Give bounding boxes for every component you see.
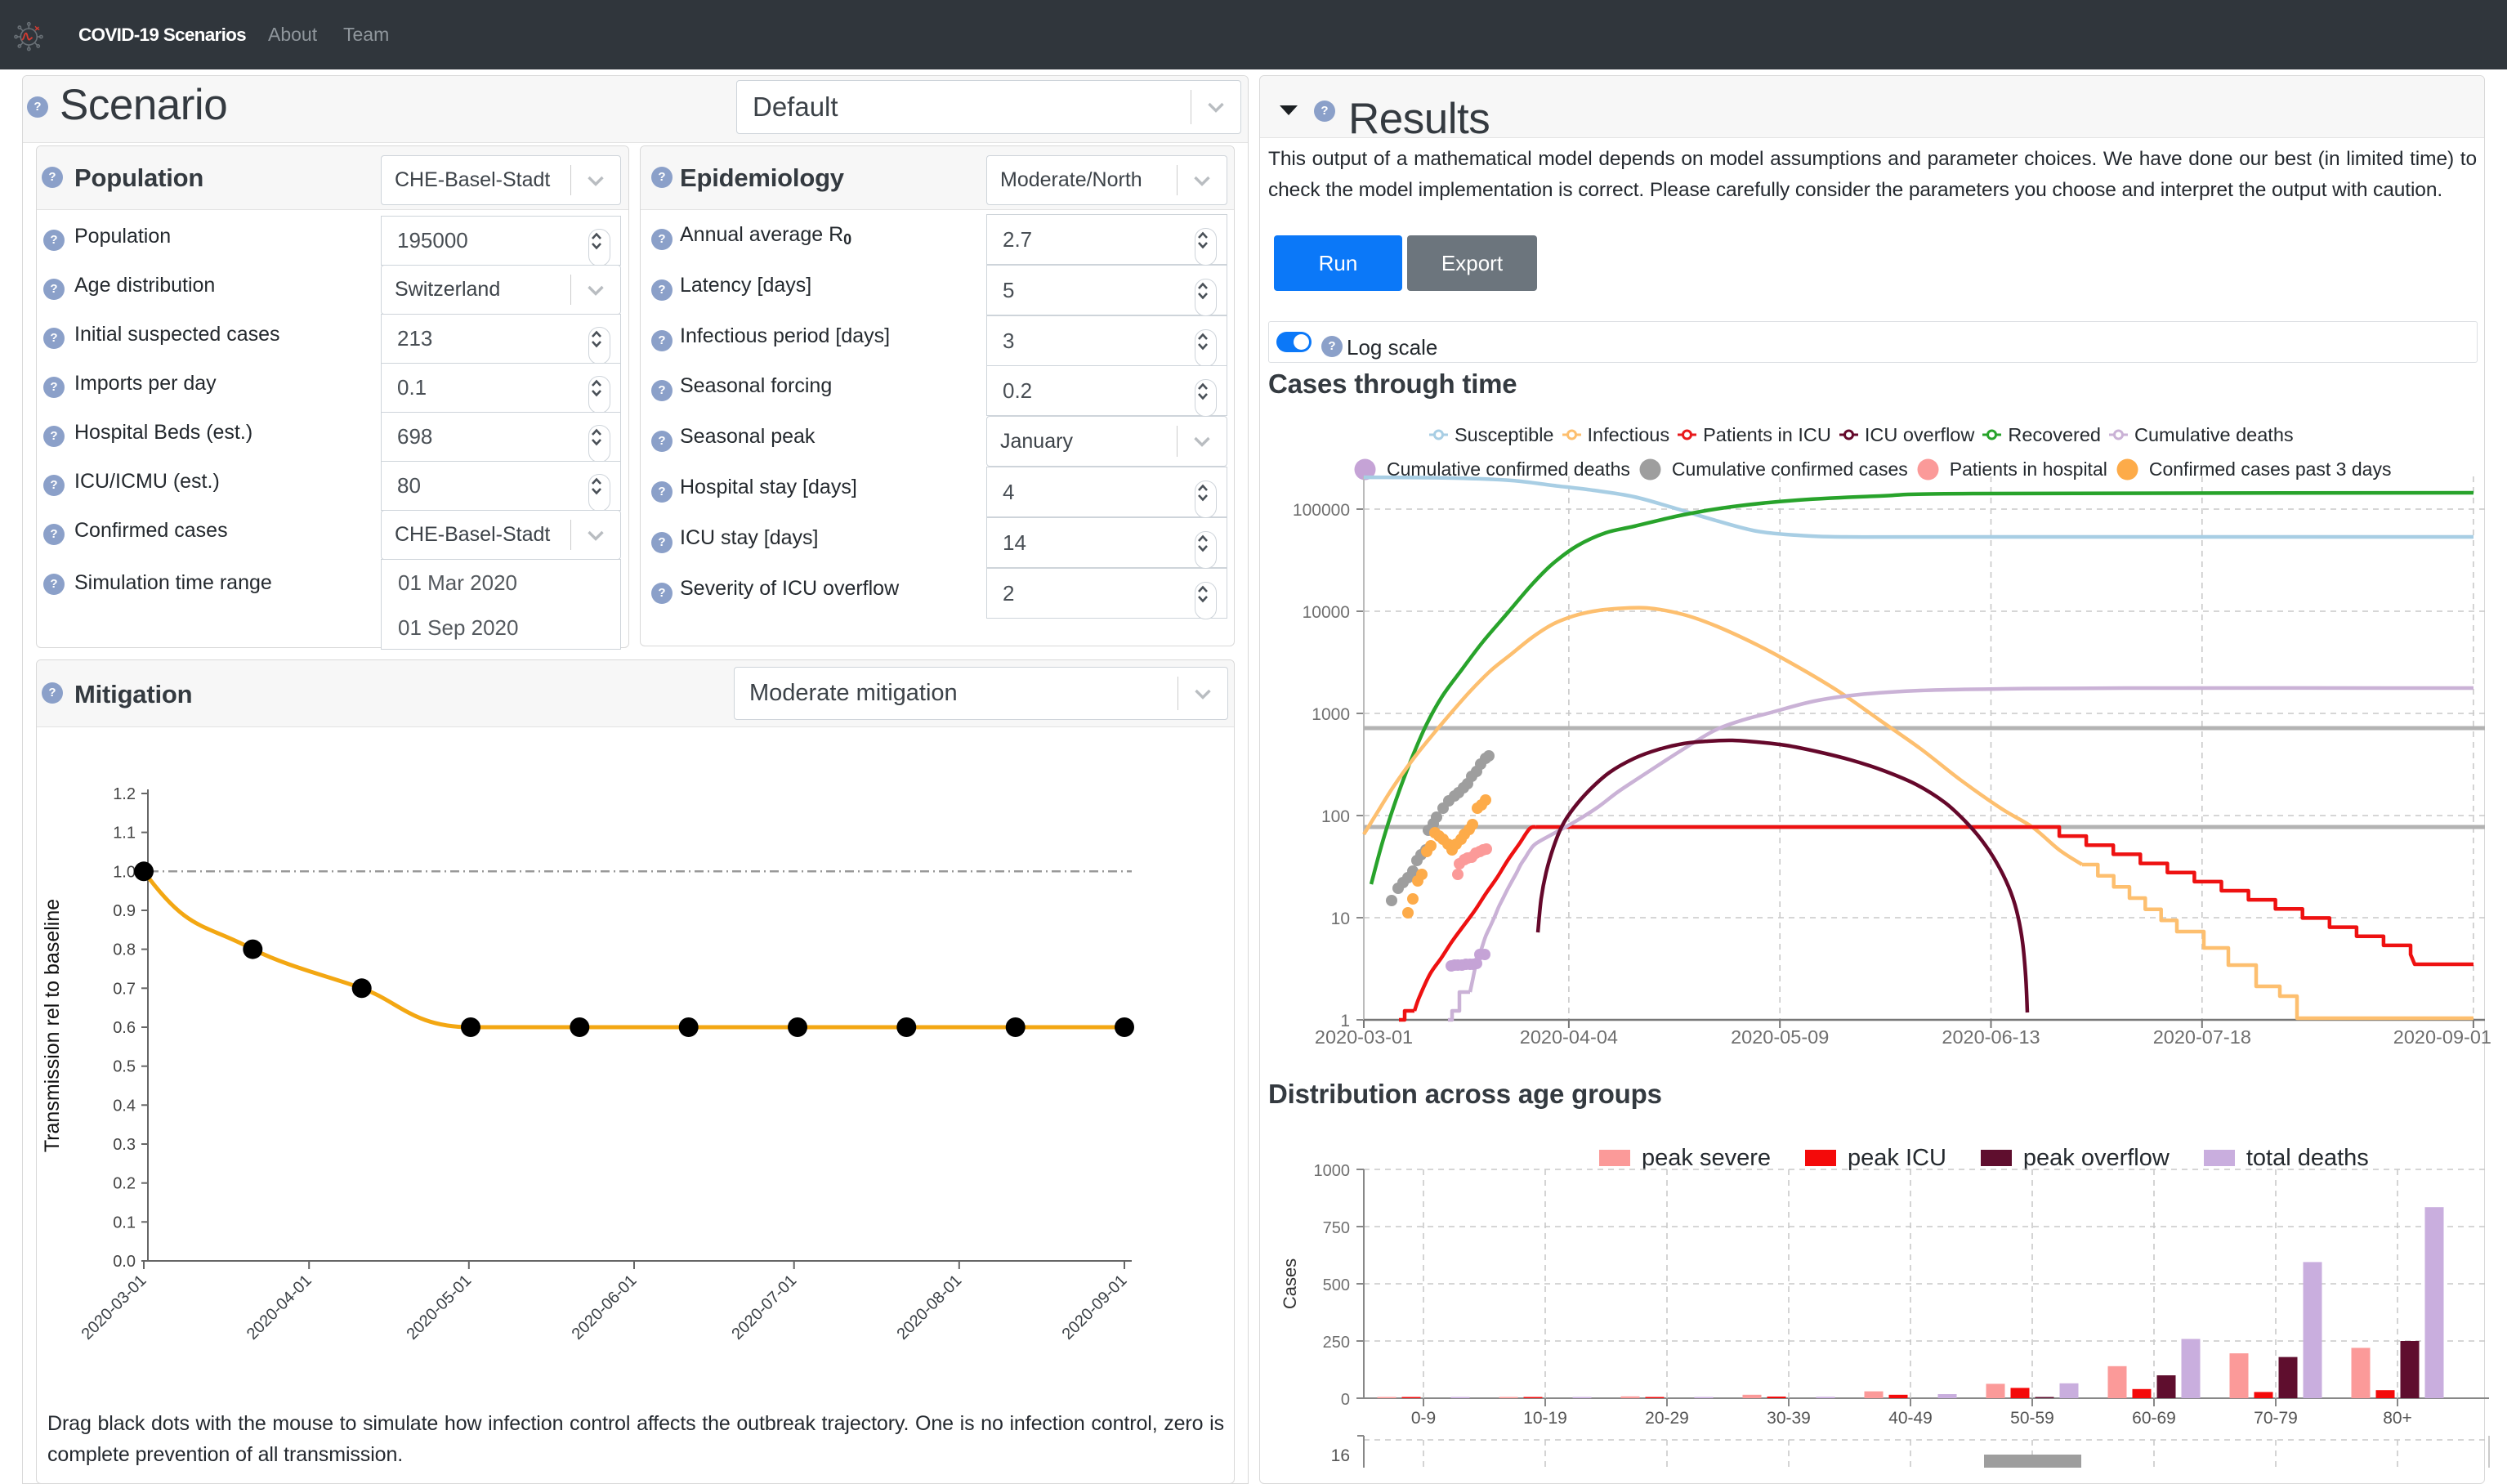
- svg-text:10-19: 10-19: [1523, 1409, 1567, 1428]
- svg-text:750: 750: [1323, 1219, 1350, 1237]
- svg-text:2020-08-01: 2020-08-01: [893, 1272, 965, 1343]
- svg-text:0.7: 0.7: [113, 980, 136, 998]
- svg-text:40-49: 40-49: [1888, 1409, 1933, 1428]
- svg-text:500: 500: [1323, 1276, 1350, 1294]
- svg-text:0.8: 0.8: [113, 941, 136, 959]
- svg-text:2020-05-01: 2020-05-01: [403, 1272, 475, 1343]
- svg-text:70-79: 70-79: [2254, 1409, 2298, 1428]
- svg-text:0.3: 0.3: [113, 1136, 136, 1154]
- svg-text:1.1: 1.1: [113, 825, 136, 843]
- svg-text:0.0: 0.0: [113, 1253, 136, 1271]
- svg-text:80+: 80+: [2383, 1409, 2412, 1428]
- svg-text:1000: 1000: [1314, 1162, 1351, 1180]
- svg-text:2020-03-01: 2020-03-01: [78, 1272, 150, 1343]
- svg-text:1.2: 1.2: [113, 785, 136, 803]
- svg-text:2020-04-01: 2020-04-01: [244, 1272, 315, 1343]
- svg-text:20-29: 20-29: [1645, 1409, 1689, 1428]
- svg-text:1.0: 1.0: [113, 863, 136, 881]
- svg-text:0: 0: [1341, 1391, 1350, 1409]
- svg-text:0.6: 0.6: [113, 1019, 136, 1037]
- svg-text:0.2: 0.2: [113, 1175, 136, 1193]
- svg-text:0.4: 0.4: [113, 1097, 136, 1115]
- svg-text:0.1: 0.1: [113, 1214, 136, 1231]
- svg-text:0.5: 0.5: [113, 1058, 136, 1076]
- svg-text:2020-09-01: 2020-09-01: [1059, 1272, 1131, 1343]
- svg-text:0-9: 0-9: [1411, 1409, 1436, 1428]
- svg-text:50-59: 50-59: [2010, 1409, 2054, 1428]
- svg-text:Transmission rel to baseline: Transmission rel to baseline: [41, 899, 64, 1152]
- svg-text:16: 16: [1331, 1446, 1350, 1465]
- svg-text:0.9: 0.9: [113, 902, 136, 920]
- svg-text:2020-07-01: 2020-07-01: [728, 1272, 800, 1343]
- svg-text:250: 250: [1323, 1334, 1350, 1352]
- svg-text:30-39: 30-39: [1767, 1409, 1811, 1428]
- svg-text:Cases: Cases: [1280, 1258, 1300, 1309]
- svg-text:2020-06-01: 2020-06-01: [569, 1272, 641, 1343]
- svg-text:60-69: 60-69: [2132, 1409, 2176, 1428]
